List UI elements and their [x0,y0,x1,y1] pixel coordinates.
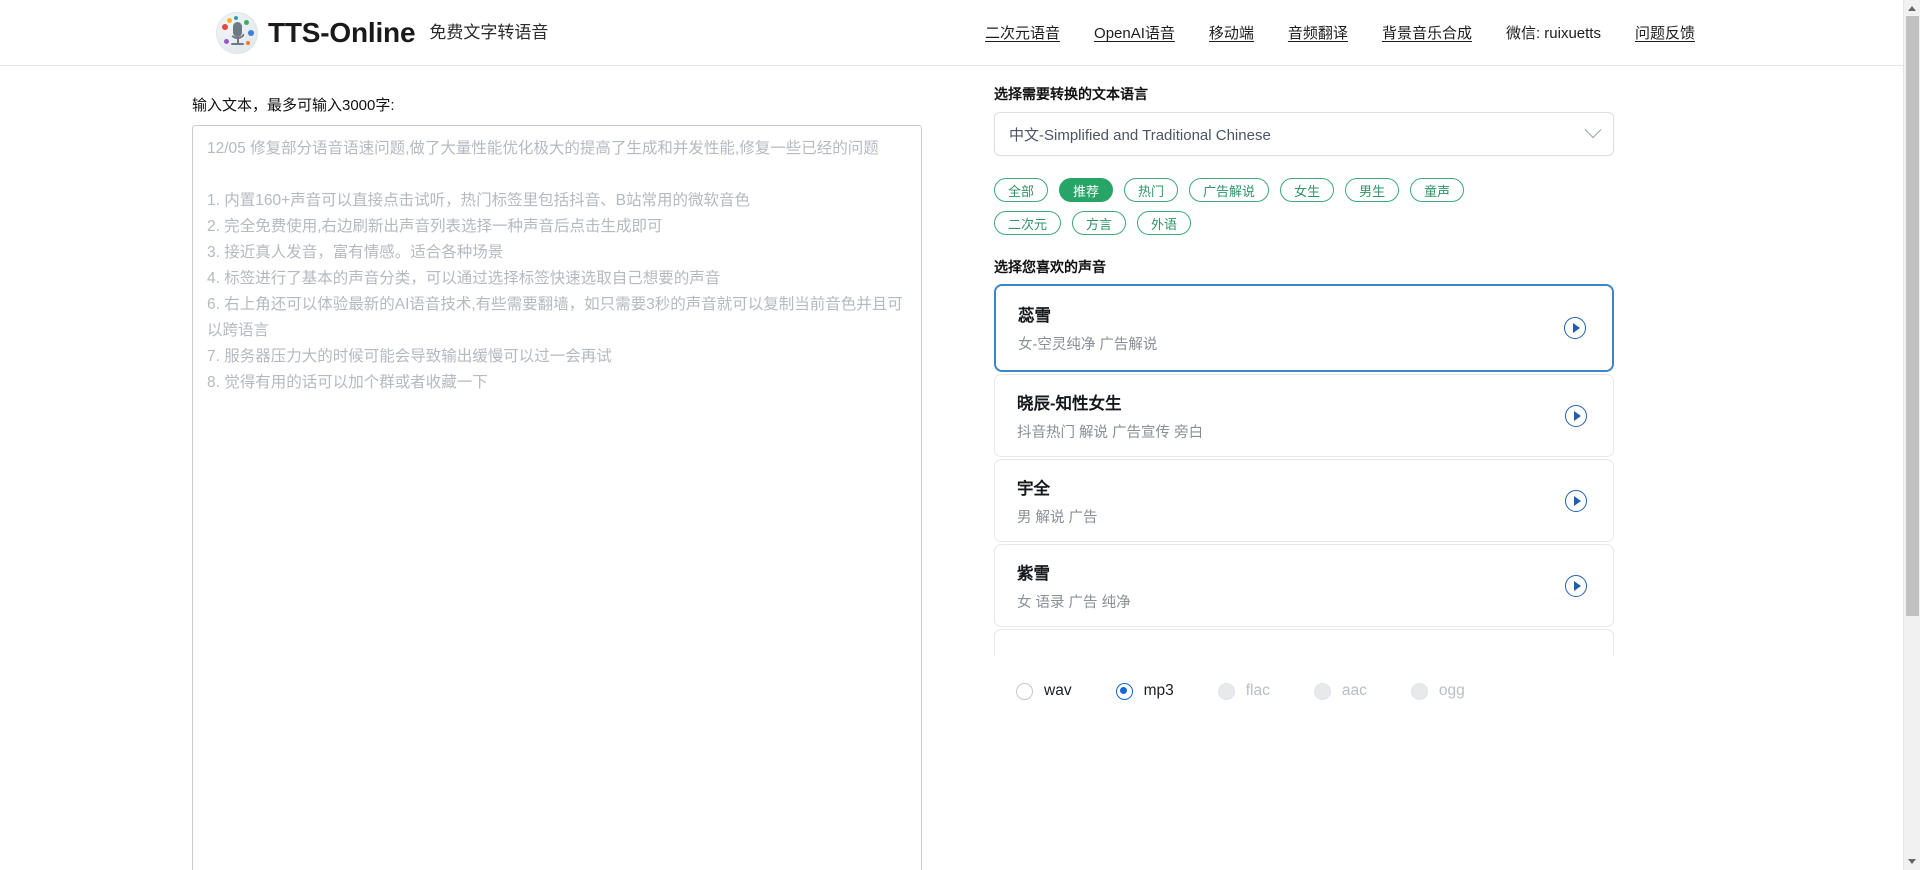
voice-meta: 云希-解说小帅 [1017,655,1565,656]
tag-anime[interactable]: 二次元 [994,211,1062,235]
language-select[interactable]: 中文-Simplified and Traditional Chinese [994,112,1614,156]
nav-item-feedback[interactable]: 问题反馈 [1635,22,1695,43]
tag-filter-list: 全部 推荐 热门 广告解说 女生 男生 童声 二次元 方言 外语 [994,178,1534,235]
text-input[interactable]: 12/05 修复部分语音语速问题,做了大量性能优化极大的提高了生成和并发性能,修… [192,125,922,870]
voice-desc: 女 语录 广告 纯净 [1017,594,1131,611]
input-column: 输入文本，最多可输入3000字: 12/05 修复部分语音语速问题,做了大量性能… [192,66,922,870]
play-circle-icon[interactable] [1565,574,1587,597]
tag-foreign[interactable]: 外语 [1137,211,1192,235]
scroll-up-arrow-icon[interactable] [1908,6,1916,11]
voice-card[interactable]: 云希-解说小帅 [994,629,1614,656]
format-label-wav: wav [1044,682,1072,699]
audio-format-radio-group: wav mp3 flac aac ogg [994,682,1614,700]
voice-desc: 抖音热门 解说 广告宣传 旁白 [1017,424,1204,441]
tag-child[interactable]: 童声 [1410,178,1465,202]
scroll-down-arrow-icon[interactable] [1908,859,1916,864]
main-content: 输入文本，最多可输入3000字: 12/05 修复部分语音语速问题,做了大量性能… [0,66,1903,870]
tag-hot[interactable]: 热门 [1124,178,1179,202]
radio-aac [1313,682,1331,700]
format-option-flac: flac [1217,682,1270,700]
language-select-value: 中文-Simplified and Traditional Chinese [1009,126,1271,144]
format-label-ogg: ogg [1438,682,1465,699]
format-option-wav[interactable]: wav [1016,682,1072,700]
radio-mp3[interactable] [1115,682,1133,700]
voice-card[interactable]: 紫雪 女 语录 广告 纯净 [994,544,1614,627]
page-root: TTS-Online 免费文字转语音 二次元语音 OpenAI语音 移动端 音频… [0,0,1920,870]
language-label: 选择需要转换的文本语言 [994,86,1148,102]
brand[interactable]: TTS-Online 免费文字转语音 [216,11,549,54]
voice-name: 云希-解说小帅 [1017,655,1565,656]
brand-name: TTS-Online [268,16,416,48]
radio-wav[interactable] [1016,682,1033,700]
page-scrollbar[interactable] [1903,0,1920,870]
format-label-flac: flac [1245,682,1270,699]
format-label-aac: aac [1341,682,1367,699]
tag-recommended[interactable]: 推荐 [1059,178,1114,202]
page-scrollbar-thumb[interactable] [1906,16,1919,616]
voice-meta: 蕊雪 女-空灵纯净 广告解说 [1018,302,1564,354]
play-circle-icon[interactable] [1564,317,1586,339]
voice-list[interactable]: 蕊雪 女-空灵纯净 广告解说 晓辰-知性女生 抖音热门 解说 广告宣传 旁白 宇… [994,284,1614,656]
format-option-ogg: ogg [1410,682,1465,700]
voice-card[interactable]: 晓辰-知性女生 抖音热门 解说 广告宣传 旁白 [994,374,1614,457]
page-content: TTS-Online 免费文字转语音 二次元语音 OpenAI语音 移动端 音频… [0,0,1903,870]
play-circle-icon[interactable] [1565,489,1587,512]
nav-wechat-contact: 微信: ruixuetts [1505,25,1601,42]
radio-ogg [1410,682,1428,700]
tag-ad-narration[interactable]: 广告解说 [1189,178,1270,202]
voice-meta: 晓辰-知性女生 抖音热门 解说 广告宣传 旁白 [1017,390,1565,442]
play-circle-icon[interactable] [1565,404,1587,427]
voice-name: 蕊雪 [1018,307,1051,325]
voice-card[interactable]: 宇全 男 解说 广告 [994,459,1614,542]
tag-female[interactable]: 女生 [1280,178,1335,202]
voice-desc: 女-空灵纯净 广告解说 [1018,337,1158,353]
tag-male[interactable]: 男生 [1345,178,1400,202]
voice-list-label: 选择您喜欢的声音 [994,259,1106,275]
nav-item-bgm-synthesis[interactable]: 背景音乐合成 [1382,22,1472,43]
microphone-logo-icon [216,11,258,54]
brand-tagline: 免费文字转语音 [429,23,549,42]
voice-meta: 宇全 男 解说 广告 [1017,475,1565,527]
nav-item-audio-translate[interactable]: 音频翻译 [1288,22,1348,43]
main-nav: 二次元语音 OpenAI语音 移动端 音频翻译 背景音乐合成 微信: ruixu… [985,22,1695,43]
voice-name: 紫雪 [1017,564,1050,583]
nav-item-anime-voice[interactable]: 二次元语音 [985,22,1060,43]
input-label: 输入文本，最多可输入3000字: [192,97,395,114]
nav-item-mobile[interactable]: 移动端 [1209,22,1254,43]
options-column: 选择需要转换的文本语言 中文-Simplified and Traditiona… [994,66,1614,870]
voice-card[interactable]: 蕊雪 女-空灵纯净 广告解说 [994,284,1614,372]
format-label-mp3: mp3 [1143,682,1174,699]
format-option-aac: aac [1313,682,1367,700]
voice-name: 晓辰-知性女生 [1017,394,1122,413]
voice-desc: 男 解说 广告 [1017,509,1098,526]
radio-flac [1217,682,1235,700]
chevron-down-icon [1584,121,1602,139]
tag-all[interactable]: 全部 [994,178,1049,202]
voice-meta: 紫雪 女 语录 广告 纯净 [1017,560,1565,612]
voice-name: 宇全 [1017,479,1050,498]
site-header: TTS-Online 免费文字转语音 二次元语音 OpenAI语音 移动端 音频… [0,0,1903,66]
nav-item-openai-voice[interactable]: OpenAI语音 [1094,22,1175,43]
tag-dialect[interactable]: 方言 [1072,211,1127,235]
text-input-placeholder: 12/05 修复部分语音语速问题,做了大量性能优化极大的提高了生成和并发性能,修… [207,140,903,391]
format-option-mp3[interactable]: mp3 [1115,682,1174,700]
